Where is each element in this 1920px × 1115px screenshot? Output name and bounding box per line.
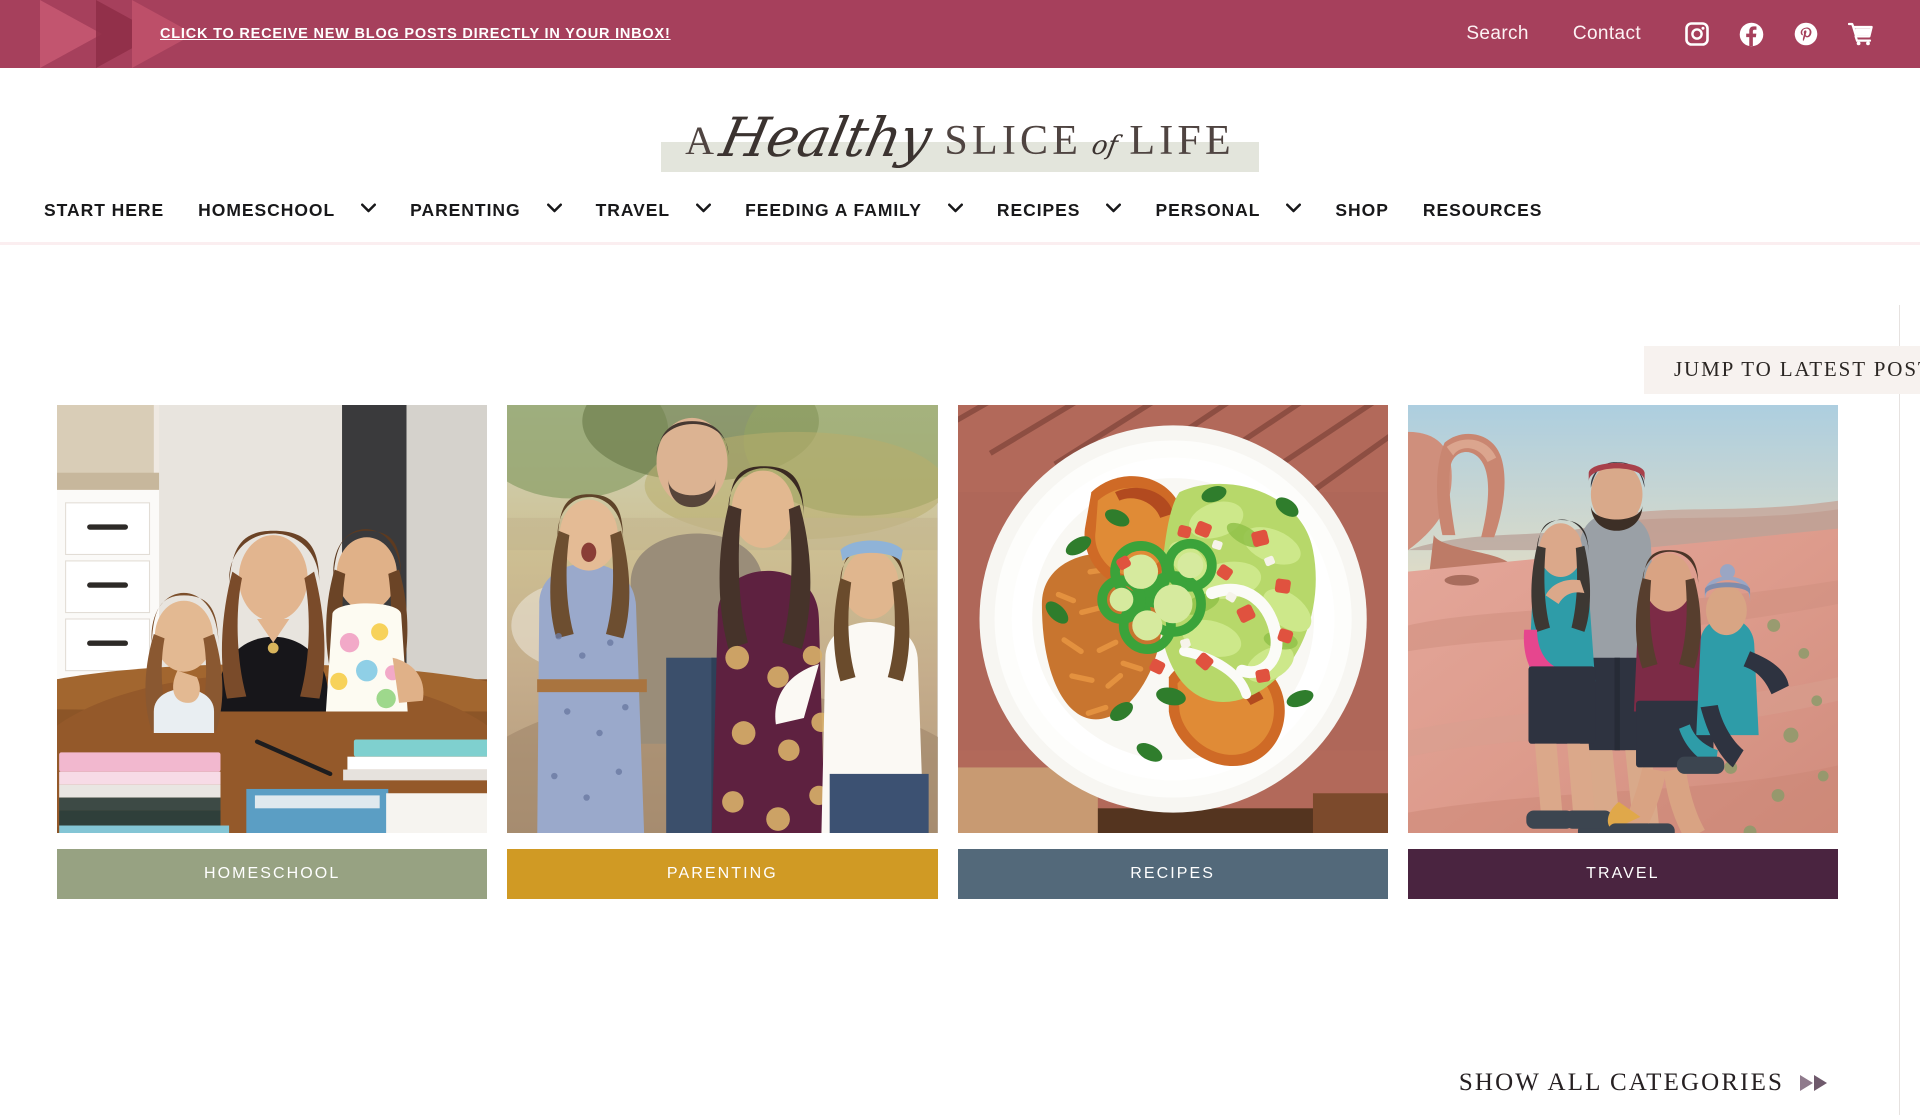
- nav-item-recipes[interactable]: RECIPES: [997, 200, 1122, 221]
- main-content: JUMP TO LATEST POST HOMESCHOOL PARENTING…: [0, 245, 1920, 1115]
- logo-word-a: A: [685, 117, 717, 163]
- jump-to-latest-post-button[interactable]: JUMP TO LATEST POST: [1644, 346, 1920, 394]
- nav-label: TRAVEL: [595, 199, 671, 220]
- nav-label: RESOURCES: [1422, 199, 1543, 220]
- social-icons: [1685, 22, 1874, 47]
- search-link[interactable]: Search: [1466, 23, 1528, 45]
- nav-item-shop[interactable]: SHOP: [1335, 200, 1388, 221]
- facebook-icon[interactable]: [1739, 22, 1764, 47]
- chevron-down-icon[interactable]: [947, 203, 963, 218]
- category-label-recipes: RECIPES: [957, 849, 1388, 899]
- logo-word-of: of: [1089, 130, 1121, 161]
- show-all-categories-label: SHOW ALL CATEGORIES: [1458, 1069, 1784, 1096]
- category-cards: HOMESCHOOL PARENTING RECIPES TRAVEL: [57, 405, 1838, 899]
- instagram-icon[interactable]: [1685, 22, 1709, 46]
- main-navigation: START HERE HOMESCHOOL PARENTING TRAVEL F…: [0, 178, 1920, 242]
- nav-label: HOMESCHOOL: [198, 199, 336, 220]
- nav-label: SHOP: [1335, 199, 1389, 220]
- category-label-travel: TRAVEL: [1407, 849, 1838, 899]
- logo-text: A Healthy SLICE of LIFE: [685, 104, 1235, 169]
- category-label-parenting: PARENTING: [507, 849, 938, 899]
- chevron-down-icon[interactable]: [1286, 203, 1302, 218]
- nav-label: FEEDING A FAMILY: [745, 199, 922, 220]
- shopping-cart-icon[interactable]: [1848, 22, 1874, 46]
- site-logo[interactable]: A Healthy SLICE of LIFE: [0, 68, 1920, 178]
- double-arrow-right-icon: [1800, 1073, 1834, 1093]
- chevron-down-icon[interactable]: [696, 203, 712, 218]
- category-label-homeschool: HOMESCHOOL: [57, 849, 488, 899]
- nav-label: PERSONAL: [1155, 199, 1261, 220]
- category-card-homeschool[interactable]: HOMESCHOOL: [57, 405, 488, 899]
- logo-word-healthy: Healthy: [715, 105, 937, 169]
- nav-item-personal[interactable]: PERSONAL: [1155, 199, 1302, 221]
- category-card-travel[interactable]: TRAVEL: [1407, 405, 1838, 899]
- nav-item-resources[interactable]: RESOURCES: [1423, 200, 1543, 221]
- nav-label: PARENTING: [410, 199, 521, 220]
- nav-item-feeding-a-family[interactable]: FEEDING A FAMILY: [745, 200, 963, 221]
- recipes-photo[interactable]: [957, 405, 1388, 833]
- right-edge-divider: [1899, 305, 1900, 1115]
- homeschool-photo[interactable]: [57, 405, 488, 833]
- logo-word-life: LIFE: [1129, 117, 1235, 164]
- topbar-right-group: Search Contact: [1466, 22, 1874, 47]
- nav-item-start-here[interactable]: START HERE: [44, 200, 164, 221]
- chevron-down-icon[interactable]: [1106, 203, 1122, 218]
- chevron-down-icon[interactable]: [546, 203, 562, 218]
- chevron-down-icon[interactable]: [361, 203, 377, 218]
- travel-photo[interactable]: [1407, 405, 1838, 833]
- category-card-parenting[interactable]: PARENTING: [507, 405, 938, 899]
- nav-item-homeschool[interactable]: HOMESCHOOL: [198, 199, 377, 221]
- nav-label: START HERE: [44, 199, 165, 220]
- pinterest-icon[interactable]: [1794, 22, 1818, 46]
- announcement-bar: CLICK TO RECEIVE NEW BLOG POSTS DIRECTLY…: [0, 0, 1920, 68]
- category-card-recipes[interactable]: RECIPES: [957, 405, 1388, 899]
- show-all-categories-button[interactable]: SHOW ALL CATEGORIES: [1459, 1069, 1834, 1097]
- nav-item-travel[interactable]: TRAVEL: [595, 199, 712, 221]
- nav-item-parenting[interactable]: PARENTING: [410, 199, 562, 221]
- announcement-link[interactable]: CLICK TO RECEIVE NEW BLOG POSTS DIRECTLY…: [160, 26, 671, 42]
- contact-link[interactable]: Contact: [1573, 23, 1641, 45]
- nav-label: RECIPES: [996, 199, 1081, 220]
- parenting-photo[interactable]: [507, 405, 938, 833]
- logo-word-slice: SLICE: [944, 117, 1083, 164]
